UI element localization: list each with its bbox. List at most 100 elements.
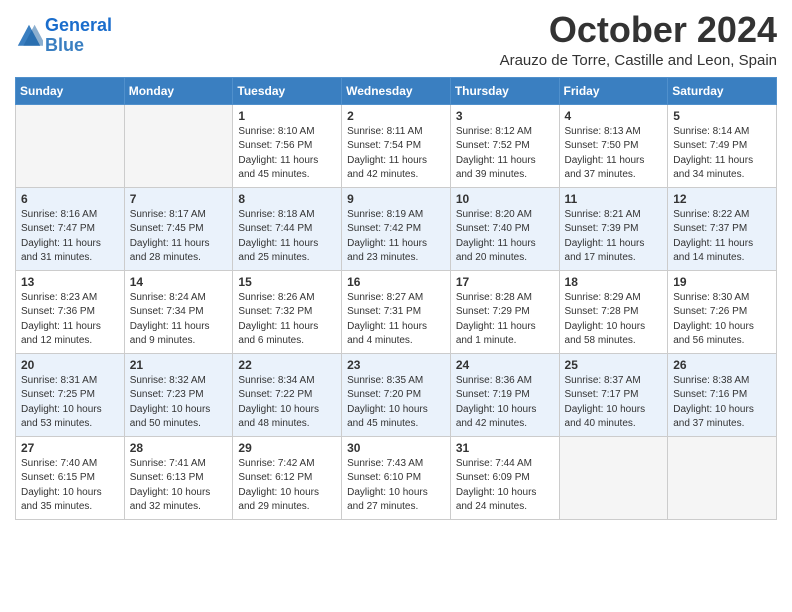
cal-cell: 9 Sunrise: 8:19 AM Sunset: 7:42 PM Daylig… — [342, 187, 451, 270]
cal-cell: 30 Sunrise: 7:43 AM Sunset: 6:10 PM Dayli… — [342, 436, 451, 519]
cal-cell: 29 Sunrise: 7:42 AM Sunset: 6:12 PM Dayli… — [233, 436, 342, 519]
day-number: 17 — [456, 275, 554, 289]
day-number: 30 — [347, 441, 445, 455]
day-info: Sunrise: 8:11 AM Sunset: 7:54 PM Dayligh… — [347, 125, 445, 183]
calendar-table: Sunday Monday Tuesday Wednesday Thursday… — [15, 77, 777, 520]
week-row-5: 27 Sunrise: 7:40 AM Sunset: 6:15 PM Dayli… — [16, 436, 777, 519]
cal-cell: 12Sunrise: 8:22 AM Sunset: 7:37 PM Dayli… — [668, 187, 777, 270]
week-row-1: 1Sunrise: 8:10 AM Sunset: 7:56 PM Daylig… — [16, 104, 777, 187]
cal-cell: 8 Sunrise: 8:18 AM Sunset: 7:44 PM Daylig… — [233, 187, 342, 270]
week-row-2: 6 Sunrise: 8:16 AM Sunset: 7:47 PM Daylig… — [16, 187, 777, 270]
day-info: Sunrise: 7:43 AM Sunset: 6:10 PM Dayligh… — [347, 457, 445, 515]
header-row: Sunday Monday Tuesday Wednesday Thursday… — [16, 77, 777, 104]
day-number: 26 — [673, 358, 771, 372]
day-info: Sunrise: 8:26 AM Sunset: 7:32 PM Dayligh… — [238, 291, 336, 349]
day-info: Sunrise: 8:12 AM Sunset: 7:52 PM Dayligh… — [456, 125, 554, 183]
cal-cell: 19Sunrise: 8:30 AM Sunset: 7:26 PM Dayli… — [668, 270, 777, 353]
day-number: 16 — [347, 275, 445, 289]
day-info: Sunrise: 8:28 AM Sunset: 7:29 PM Dayligh… — [456, 291, 554, 349]
day-number: 23 — [347, 358, 445, 372]
day-info: Sunrise: 8:23 AM Sunset: 7:36 PM Dayligh… — [21, 291, 119, 349]
cal-cell: 15 Sunrise: 8:26 AM Sunset: 7:32 PM Dayli… — [233, 270, 342, 353]
col-thursday: Thursday — [450, 77, 559, 104]
day-number: 15 — [238, 275, 336, 289]
cal-cell: 2 Sunrise: 8:11 AM Sunset: 7:54 PM Daylig… — [342, 104, 451, 187]
day-number: 7 — [130, 192, 228, 206]
week-row-3: 13 Sunrise: 8:23 AM Sunset: 7:36 PM Dayli… — [16, 270, 777, 353]
day-info: Sunrise: 8:20 AM Sunset: 7:40 PM Dayligh… — [456, 208, 554, 266]
day-number: 29 — [238, 441, 336, 455]
day-info: Sunrise: 7:40 AM Sunset: 6:15 PM Dayligh… — [21, 457, 119, 515]
day-number: 31 — [456, 441, 554, 455]
day-info: Sunrise: 8:14 AM Sunset: 7:49 PM Dayligh… — [673, 125, 771, 183]
col-saturday: Saturday — [668, 77, 777, 104]
cal-cell: 16 Sunrise: 8:27 AM Sunset: 7:31 PM Dayli… — [342, 270, 451, 353]
day-info: Sunrise: 8:18 AM Sunset: 7:44 PM Dayligh… — [238, 208, 336, 266]
day-number: 14 — [130, 275, 228, 289]
day-info: Sunrise: 8:35 AM Sunset: 7:20 PM Dayligh… — [347, 374, 445, 432]
day-number: 12 — [673, 192, 771, 206]
day-info: Sunrise: 7:42 AM Sunset: 6:12 PM Dayligh… — [238, 457, 336, 515]
cal-cell — [668, 436, 777, 519]
cal-cell: 6 Sunrise: 8:16 AM Sunset: 7:47 PM Daylig… — [16, 187, 125, 270]
day-number: 22 — [238, 358, 336, 372]
logo-icon — [15, 22, 43, 50]
cal-cell: 22 Sunrise: 8:34 AM Sunset: 7:22 PM Dayli… — [233, 353, 342, 436]
day-number: 9 — [347, 192, 445, 206]
day-number: 18 — [565, 275, 663, 289]
day-number: 21 — [130, 358, 228, 372]
day-number: 25 — [565, 358, 663, 372]
day-number: 2 — [347, 109, 445, 123]
cal-cell — [124, 104, 233, 187]
col-monday: Monday — [124, 77, 233, 104]
day-info: Sunrise: 8:21 AM Sunset: 7:39 PM Dayligh… — [565, 208, 663, 266]
cal-cell: 31 Sunrise: 7:44 AM Sunset: 6:09 PM Dayli… — [450, 436, 559, 519]
cal-cell: 17 Sunrise: 8:28 AM Sunset: 7:29 PM Dayli… — [450, 270, 559, 353]
day-info: Sunrise: 8:38 AM Sunset: 7:16 PM Dayligh… — [673, 374, 771, 432]
cal-cell: 23 Sunrise: 8:35 AM Sunset: 7:20 PM Dayli… — [342, 353, 451, 436]
cal-cell: 11 Sunrise: 8:21 AM Sunset: 7:39 PM Dayli… — [559, 187, 668, 270]
col-sunday: Sunday — [16, 77, 125, 104]
day-info: Sunrise: 8:36 AM Sunset: 7:19 PM Dayligh… — [456, 374, 554, 432]
day-info: Sunrise: 8:29 AM Sunset: 7:28 PM Dayligh… — [565, 291, 663, 349]
day-info: Sunrise: 8:16 AM Sunset: 7:47 PM Dayligh… — [21, 208, 119, 266]
day-number: 5 — [673, 109, 771, 123]
logo-text-line1: General — [45, 16, 112, 36]
col-tuesday: Tuesday — [233, 77, 342, 104]
day-info: Sunrise: 8:32 AM Sunset: 7:23 PM Dayligh… — [130, 374, 228, 432]
title-block: October 2024 Arauzo de Torre, Castille a… — [500, 10, 777, 69]
cal-cell: 5 Sunrise: 8:14 AM Sunset: 7:49 PM Daylig… — [668, 104, 777, 187]
day-info: Sunrise: 8:17 AM Sunset: 7:45 PM Dayligh… — [130, 208, 228, 266]
day-info: Sunrise: 8:30 AM Sunset: 7:26 PM Dayligh… — [673, 291, 771, 349]
day-info: Sunrise: 8:13 AM Sunset: 7:50 PM Dayligh… — [565, 125, 663, 183]
day-number: 28 — [130, 441, 228, 455]
day-number: 8 — [238, 192, 336, 206]
day-number: 6 — [21, 192, 119, 206]
page: General Blue October 2024 Arauzo de Torr… — [0, 0, 792, 535]
day-info: Sunrise: 7:44 AM Sunset: 6:09 PM Dayligh… — [456, 457, 554, 515]
cal-cell — [16, 104, 125, 187]
day-info: Sunrise: 8:19 AM Sunset: 7:42 PM Dayligh… — [347, 208, 445, 266]
day-info: Sunrise: 8:34 AM Sunset: 7:22 PM Dayligh… — [238, 374, 336, 432]
day-number: 27 — [21, 441, 119, 455]
col-wednesday: Wednesday — [342, 77, 451, 104]
day-number: 20 — [21, 358, 119, 372]
day-info: Sunrise: 7:41 AM Sunset: 6:13 PM Dayligh… — [130, 457, 228, 515]
day-number: 1 — [238, 109, 336, 123]
day-number: 3 — [456, 109, 554, 123]
day-number: 13 — [21, 275, 119, 289]
day-number: 24 — [456, 358, 554, 372]
cal-cell: 3 Sunrise: 8:12 AM Sunset: 7:52 PM Daylig… — [450, 104, 559, 187]
header: General Blue October 2024 Arauzo de Torr… — [15, 10, 777, 69]
cal-cell: 26 Sunrise: 8:38 AM Sunset: 7:16 PM Dayli… — [668, 353, 777, 436]
day-info: Sunrise: 8:27 AM Sunset: 7:31 PM Dayligh… — [347, 291, 445, 349]
cal-cell: 7 Sunrise: 8:17 AM Sunset: 7:45 PM Daylig… — [124, 187, 233, 270]
cal-cell: 4 Sunrise: 8:13 AM Sunset: 7:50 PM Daylig… — [559, 104, 668, 187]
day-number: 11 — [565, 192, 663, 206]
day-number: 4 — [565, 109, 663, 123]
cal-cell: 24 Sunrise: 8:36 AM Sunset: 7:19 PM Dayli… — [450, 353, 559, 436]
cal-cell: 25Sunrise: 8:37 AM Sunset: 7:17 PM Dayli… — [559, 353, 668, 436]
cal-cell: 21 Sunrise: 8:32 AM Sunset: 7:23 PM Dayli… — [124, 353, 233, 436]
cal-cell: 27 Sunrise: 7:40 AM Sunset: 6:15 PM Dayli… — [16, 436, 125, 519]
cal-cell: 13 Sunrise: 8:23 AM Sunset: 7:36 PM Dayli… — [16, 270, 125, 353]
